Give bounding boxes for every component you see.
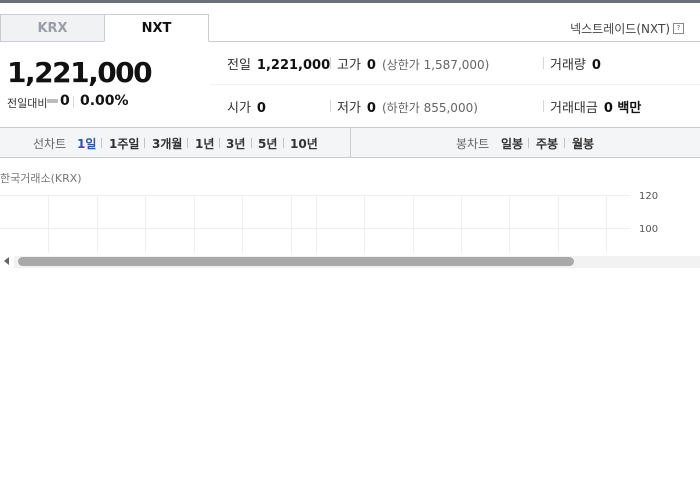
upper-limit: (상한가 1,587,000) xyxy=(381,58,490,72)
stat-volume: 거래량 0 xyxy=(550,54,601,73)
prev-close-label: 전일 xyxy=(227,58,251,73)
low-label: 저가 xyxy=(337,101,361,116)
question-icon[interactable]: ? xyxy=(673,23,684,34)
candle-monthly-button[interactable]: 월봉 xyxy=(572,135,594,152)
stat-low: 저가 0 (하한가 855,000) xyxy=(337,97,478,116)
period-separator xyxy=(187,138,188,148)
period-separator xyxy=(101,138,102,148)
change-value: 0 xyxy=(60,93,70,109)
high-label: 고가 xyxy=(337,58,361,73)
low-value: 0 xyxy=(366,101,376,116)
period-separator xyxy=(219,138,220,148)
change-separator xyxy=(73,96,74,108)
period-5y-button[interactable]: 5년 xyxy=(258,135,277,152)
tab-divider xyxy=(209,41,700,42)
stat-prev-close: 전일 1,221,000 xyxy=(227,54,330,73)
candle-separator xyxy=(528,138,529,148)
current-price: 1,221,000 xyxy=(7,56,153,89)
stat-high: 고가 0 (상한가 1,587,000) xyxy=(337,54,489,73)
period-3m-button[interactable]: 3개월 xyxy=(152,135,182,152)
volume-label: 거래량 xyxy=(550,58,586,73)
period-1w-button[interactable]: 1주일 xyxy=(109,135,139,152)
candle-daily-button[interactable]: 일봉 xyxy=(501,135,523,152)
stat-amount: 거래대금 0 백만 xyxy=(550,97,641,116)
candle-chart-label: 봉차트 xyxy=(456,137,490,151)
tab-nxt[interactable]: NXT xyxy=(104,14,209,42)
scroll-left-arrow-icon[interactable] xyxy=(4,257,9,265)
nxt-link-label: 넥스트레이드(NXT) xyxy=(570,22,670,36)
stat-separator xyxy=(330,100,331,112)
price-chart: 120 100 xyxy=(0,191,658,253)
period-1d-button[interactable]: 1일 xyxy=(77,135,96,152)
chart-scrollbar-thumb[interactable] xyxy=(18,257,574,266)
change-label: 전일대비 xyxy=(7,97,48,110)
stat-separator xyxy=(543,57,544,69)
top-border xyxy=(0,0,700,3)
high-value: 0 xyxy=(366,58,376,73)
period-separator xyxy=(251,138,252,148)
open-label: 시가 xyxy=(227,101,251,116)
exchange-title: 한국거래소(KRX) xyxy=(0,172,82,185)
lower-limit: (하한가 855,000) xyxy=(381,101,478,115)
period-10y-button[interactable]: 10년 xyxy=(290,135,318,152)
open-value: 0 xyxy=(256,101,266,116)
tab-krx[interactable]: KRX xyxy=(0,14,105,42)
y-tick-label: 100 xyxy=(639,224,658,235)
amount-value: 0 백만 xyxy=(603,101,642,116)
stat-separator xyxy=(330,57,331,69)
stat-separator xyxy=(543,100,544,112)
candle-separator xyxy=(564,138,565,148)
candle-weekly-button[interactable]: 주봉 xyxy=(536,135,558,152)
amount-label: 거래대금 xyxy=(550,101,598,116)
stats-row-divider xyxy=(210,84,700,85)
chart-grid xyxy=(0,195,630,253)
period-3y-button[interactable]: 3년 xyxy=(226,135,245,152)
toolbar-divider xyxy=(350,128,351,157)
nxt-info-link[interactable]: 넥스트레이드(NXT) ? xyxy=(570,20,684,37)
period-separator xyxy=(283,138,284,148)
period-separator xyxy=(144,138,145,148)
line-chart-label: 선차트 xyxy=(33,137,67,151)
change-rate: 0.00% xyxy=(80,93,129,109)
prev-close-value: 1,221,000 xyxy=(256,58,331,73)
y-tick-label: 120 xyxy=(639,191,658,202)
stat-open: 시가 0 xyxy=(227,97,266,116)
chart-toolbar: 선차트 1일 1주일 3개월 1년 3년 5년 10년 봉차트 일봉 주봉 월봉 xyxy=(0,127,700,158)
flat-change-icon xyxy=(47,99,58,103)
volume-value: 0 xyxy=(591,58,601,73)
period-1y-button[interactable]: 1년 xyxy=(195,135,214,152)
